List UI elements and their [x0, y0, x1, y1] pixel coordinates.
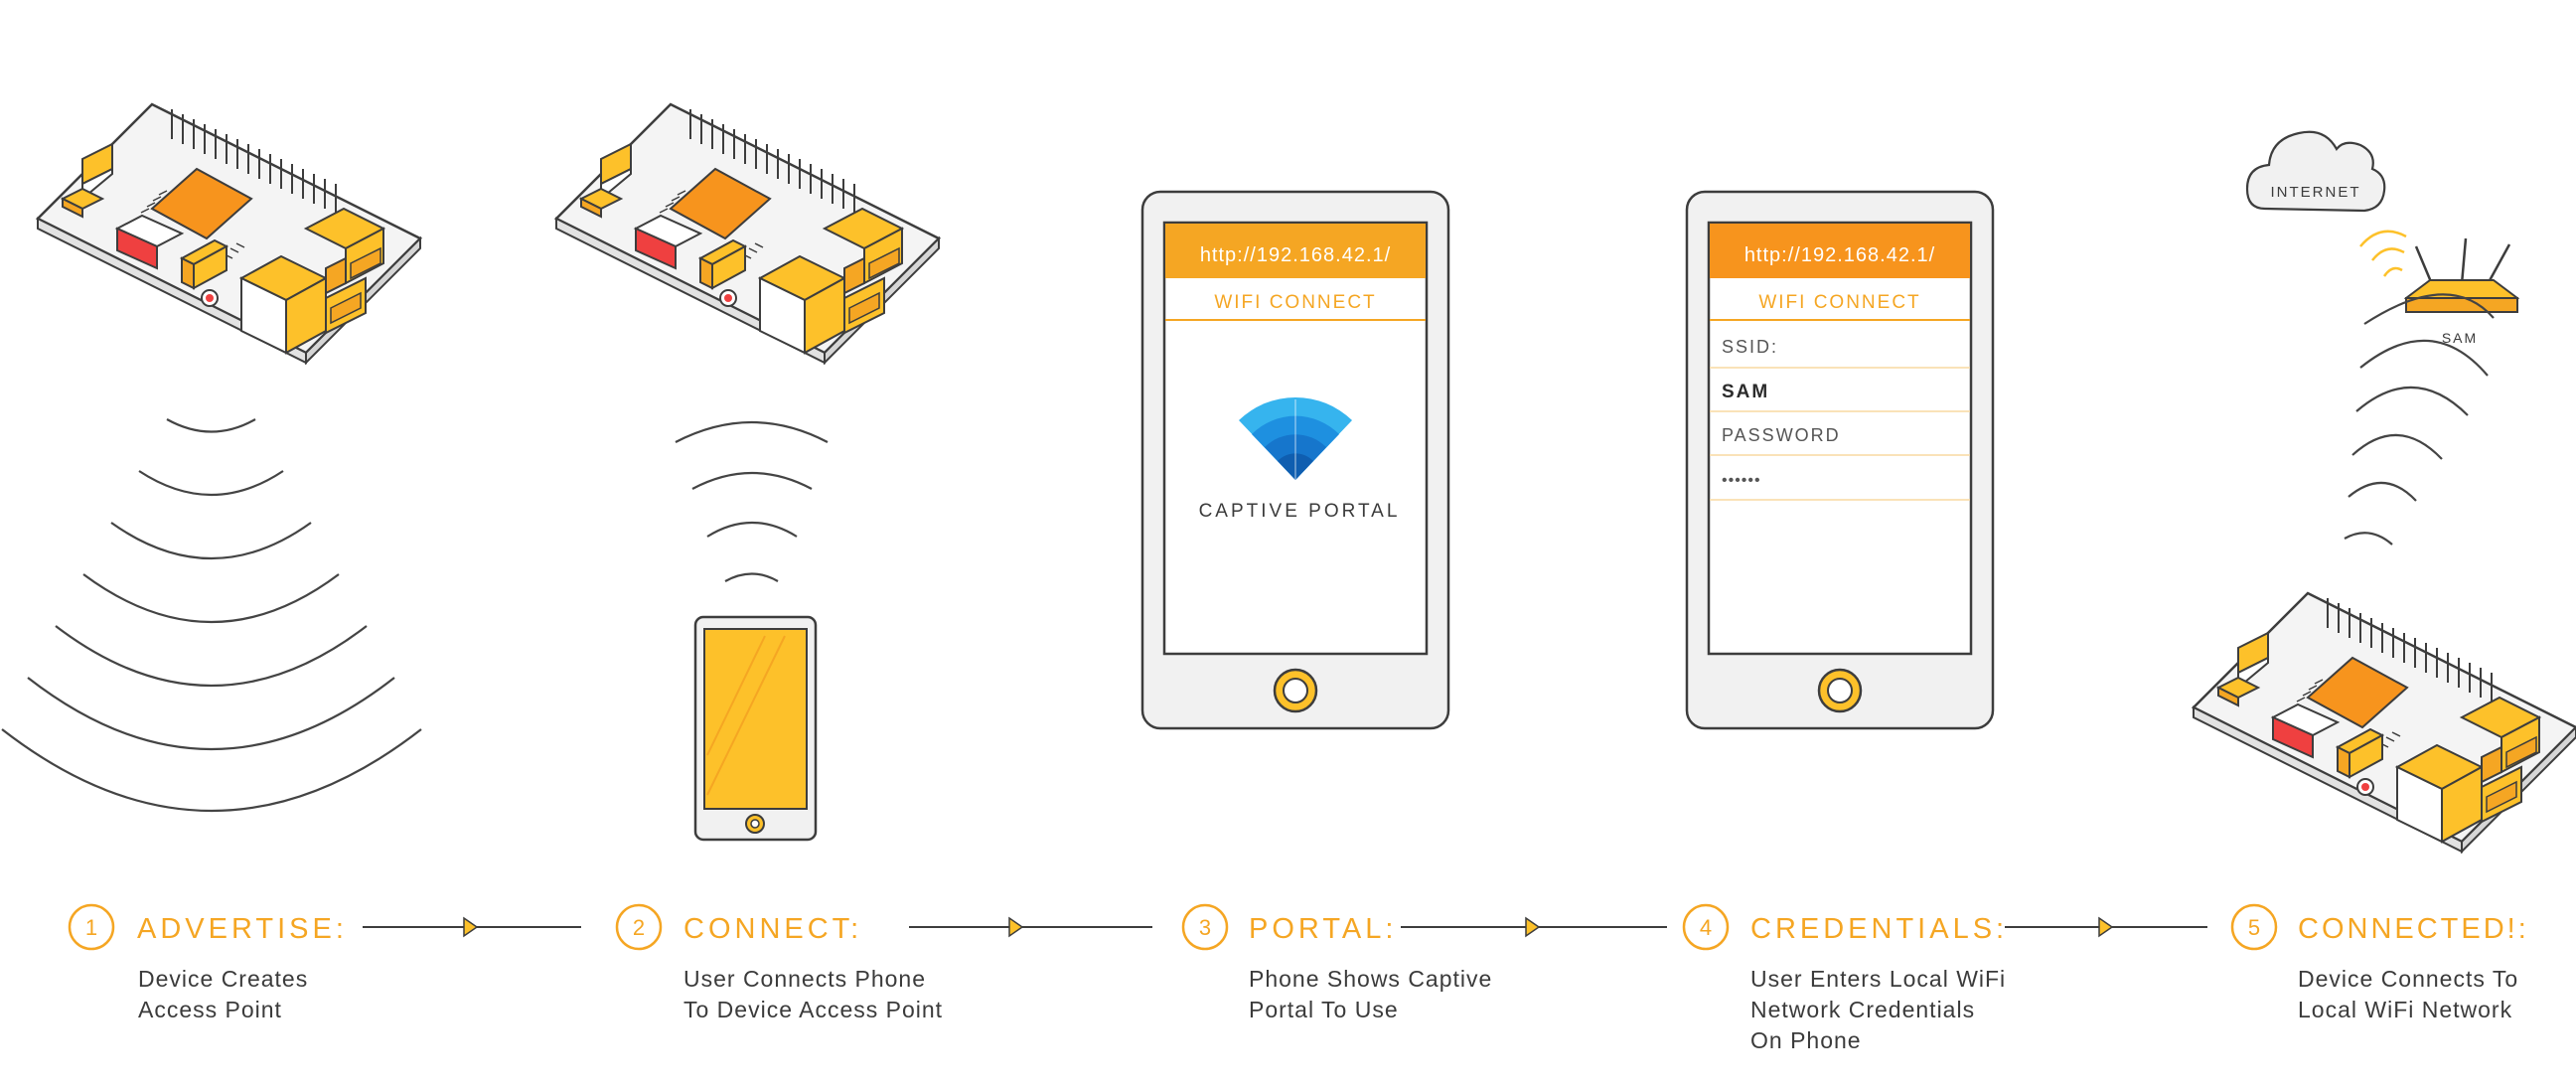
step-2: 2 CONNECT: User Connects Phone To Device…: [615, 903, 943, 1022]
step-title: PORTAL:: [1249, 913, 1397, 945]
ssid-field[interactable]: SAM: [1722, 382, 1769, 402]
step-desc-line: Local WiFi Network: [2298, 997, 2512, 1022]
router-label: SAM: [2442, 330, 2478, 346]
step-desc-line: Portal To Use: [1249, 997, 1399, 1022]
password-label: PASSWORD: [1722, 425, 1841, 445]
step-desc-line: Network Credentials: [1750, 997, 1975, 1022]
wifi-connect-header: WIFI CONNECT: [1214, 292, 1376, 313]
step-title: CREDENTIALS:: [1750, 913, 2008, 945]
captive-portal-label: CAPTIVE PORTAL: [1199, 501, 1401, 522]
device-board-icon: [2192, 591, 2576, 854]
phone-captive-portal: http://192.168.42.1/ WIFI CONNECT CAPTIV…: [1140, 190, 1450, 730]
step-desc-line: Device Creates: [138, 966, 308, 992]
step-number: 1: [85, 915, 97, 940]
step-timeline: 1 ADVERTISE: Device Creates Access Point…: [68, 903, 2529, 1053]
device-board-icon: [554, 102, 941, 365]
step-title: CONNECTED!:: [2298, 913, 2529, 945]
smartphone-icon: [693, 615, 818, 842]
step-desc-line: On Phone: [1750, 1027, 1862, 1053]
step-desc-line: User Connects Phone: [683, 966, 926, 992]
device-board-icon: [36, 102, 422, 365]
step-number: 5: [2248, 915, 2260, 940]
step-1: 1 ADVERTISE: Device Creates Access Point: [68, 903, 348, 1022]
wifi-waves-icon: [675, 421, 829, 582]
phone-credentials: http://192.168.42.1/ WIFI CONNECT SSID: …: [1685, 190, 1995, 730]
step-3: 3 PORTAL: Phone Shows Captive Portal To …: [1181, 903, 1492, 1022]
step-desc-line: User Enters Local WiFi: [1750, 966, 2006, 992]
url-text: http://192.168.42.1/: [1200, 244, 1391, 266]
step-desc-line: To Device Access Point: [683, 997, 943, 1022]
wifi-connect-header: WIFI CONNECT: [1758, 292, 1920, 313]
step-title: CONNECT:: [683, 913, 862, 945]
step-4: 4 CREDENTIALS: User Enters Local WiFi Ne…: [1682, 903, 2008, 1053]
step-number: 2: [633, 915, 645, 940]
password-field[interactable]: ••••••: [1722, 472, 1761, 489]
router-icon: SAM: [2359, 230, 2520, 346]
step-title: ADVERTISE:: [137, 913, 348, 945]
wifi-connect-diagram: http://192.168.42.1/ WIFI CONNECT CAPTIV…: [1, 102, 2576, 1053]
step-5: 5 CONNECTED!: Device Connects To Local W…: [2230, 903, 2529, 1022]
step-desc-line: Access Point: [138, 997, 282, 1022]
url-text: http://192.168.42.1/: [1744, 244, 1935, 266]
wifi-waves-icon: [1, 418, 422, 812]
internet-label: INTERNET: [2271, 184, 2361, 201]
step-desc-line: Device Connects To: [2298, 966, 2518, 992]
step-desc-line: Phone Shows Captive: [1249, 966, 1492, 992]
step-number: 3: [1199, 915, 1211, 940]
step-number: 4: [1700, 915, 1712, 940]
ssid-label: SSID:: [1722, 337, 1778, 357]
cloud-icon: INTERNET: [2245, 130, 2386, 213]
